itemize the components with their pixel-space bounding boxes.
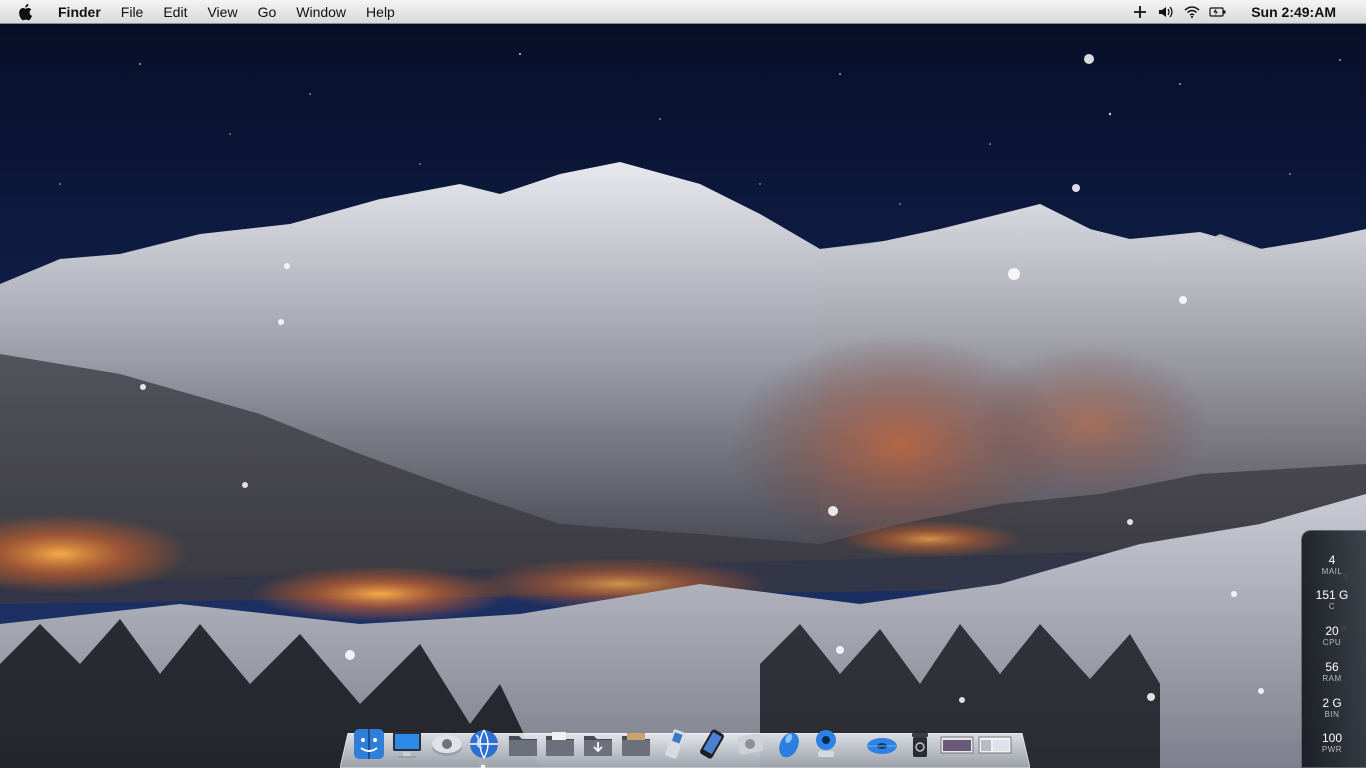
menu-bar: Finder File Edit View Go Window Help Sun…: [0, 0, 1366, 24]
stat-label: C: [1328, 602, 1336, 611]
settings-gear-icon[interactable]: [865, 727, 899, 761]
mouse-icon[interactable]: [772, 727, 806, 761]
stat-power[interactable]: 100 PWR: [1302, 731, 1362, 754]
disk-drive-icon[interactable]: [733, 727, 767, 761]
desktop-wallpaper: [0, 24, 1366, 768]
menu-help[interactable]: Help: [356, 0, 405, 24]
stat-drive-c[interactable]: 151 G C: [1302, 588, 1362, 611]
mobile-device-icon[interactable]: [695, 727, 729, 761]
phone-icon[interactable]: [658, 727, 692, 761]
apple-menu-icon[interactable]: [8, 0, 44, 24]
stat-label: PWR: [1321, 745, 1343, 754]
window-thumbnail-icon[interactable]: [978, 727, 1018, 761]
pictures-folder-icon[interactable]: [619, 727, 653, 761]
menu-file[interactable]: File: [111, 0, 154, 24]
stat-value: 2 G: [1322, 696, 1342, 710]
status-area: Sun 2:49:AM: [1127, 0, 1366, 24]
stat-value: 4: [1328, 553, 1336, 567]
stat-bin[interactable]: 2 G BIN: [1302, 696, 1362, 719]
trash-icon[interactable]: [903, 727, 937, 761]
computer-icon[interactable]: [390, 727, 424, 761]
stat-label: CPU: [1322, 638, 1342, 647]
system-monitor-widget: 4 MAIL 151 G C 20 CPU 56 RAM 2 G BIN 100…: [1301, 530, 1366, 768]
window-thumbnail-icon[interactable]: [940, 727, 976, 761]
menubar-clock[interactable]: Sun 2:49:AM: [1231, 0, 1366, 24]
webcam-icon[interactable]: [809, 727, 843, 761]
menu-view[interactable]: View: [197, 0, 247, 24]
stat-label: BIN: [1324, 710, 1340, 719]
stat-value: 151 G: [1315, 588, 1349, 602]
globe-icon[interactable]: [467, 727, 501, 761]
stat-ram[interactable]: 56 RAM: [1302, 660, 1362, 683]
dock: [340, 725, 1030, 768]
folder-icon[interactable]: [506, 727, 540, 761]
stat-cpu[interactable]: 20 CPU: [1302, 624, 1362, 647]
menu-go[interactable]: Go: [248, 0, 287, 24]
wifi-icon[interactable]: [1179, 0, 1205, 24]
stat-label: RAM: [1322, 674, 1342, 683]
finder-icon[interactable]: [352, 727, 386, 761]
volume-icon[interactable]: [1153, 0, 1179, 24]
stat-value: 100: [1321, 731, 1343, 745]
stat-value: 20: [1325, 624, 1339, 638]
stat-mail[interactable]: 4 MAIL: [1302, 553, 1362, 576]
menu-window[interactable]: Window: [286, 0, 356, 24]
stat-label: MAIL: [1321, 567, 1343, 576]
downloads-folder-icon[interactable]: [581, 727, 615, 761]
stat-value: 56: [1325, 660, 1339, 674]
documents-folder-icon[interactable]: [543, 727, 577, 761]
plus-icon[interactable]: [1127, 0, 1153, 24]
battery-icon[interactable]: [1205, 0, 1231, 24]
hard-disk-icon[interactable]: [430, 727, 464, 761]
menu-edit[interactable]: Edit: [153, 0, 197, 24]
menu-app-finder[interactable]: Finder: [48, 0, 111, 24]
